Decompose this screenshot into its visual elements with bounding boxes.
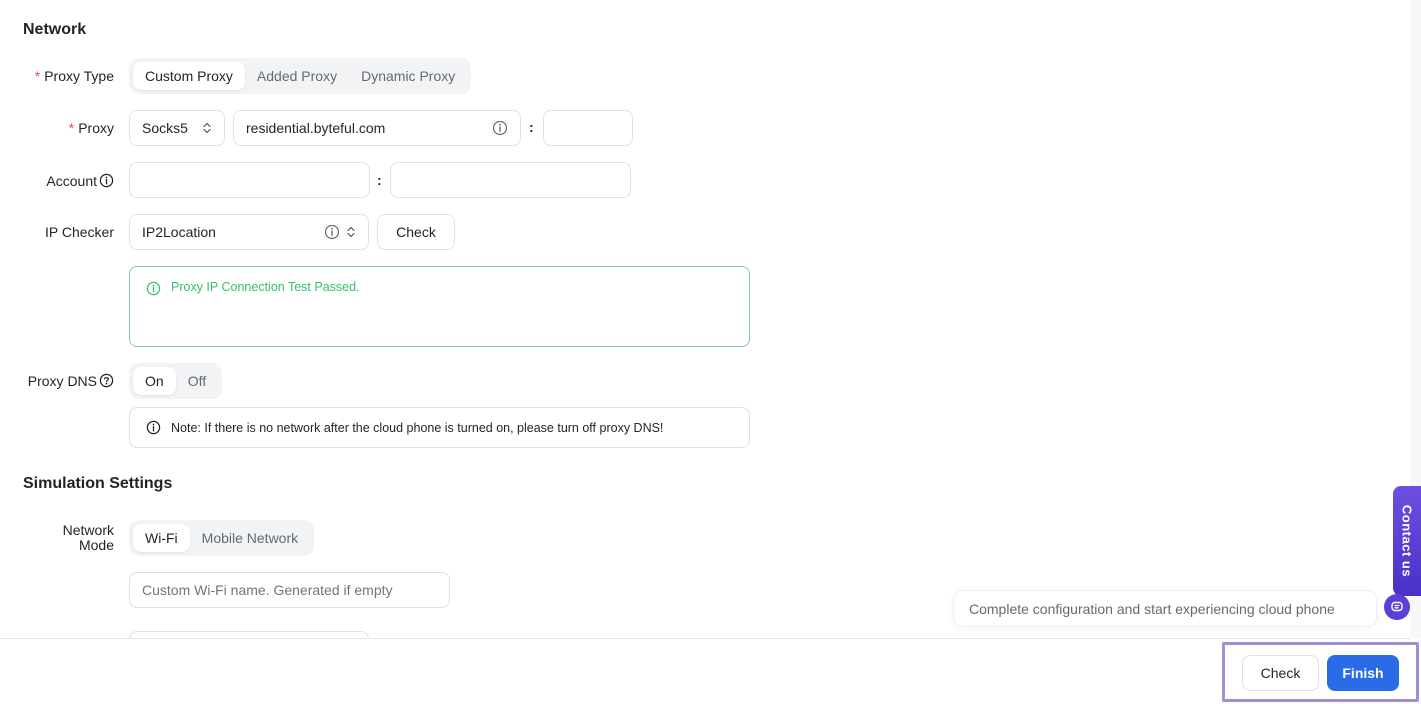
network-mode-wifi[interactable]: Wi-Fi — [133, 524, 190, 552]
chevron-updown-icon — [202, 122, 212, 134]
required-mark: * — [34, 68, 41, 84]
chevron-updown-icon — [346, 226, 356, 238]
ip-checker-value: IP2Location — [142, 224, 216, 240]
proxy-dns-label-text: Proxy DNS — [27, 373, 97, 389]
info-icon[interactable] — [324, 224, 340, 240]
proxy-type-label-text: Proxy Type — [44, 68, 114, 84]
network-section-title: Network — [23, 21, 87, 38]
network-mode-label-line2: Mode — [78, 537, 114, 553]
proxy-test-message: Proxy IP Connection Test Passed. — [171, 280, 360, 294]
proxy-type-added[interactable]: Added Proxy — [245, 62, 349, 90]
proxy-port-input[interactable] — [543, 110, 633, 146]
account-username-input[interactable] — [129, 162, 370, 198]
info-icon[interactable] — [492, 120, 508, 136]
proxy-test-result: Proxy IP Connection Test Passed. — [129, 266, 750, 347]
check-circle-icon — [146, 281, 161, 296]
proxy-dns-on[interactable]: On — [133, 367, 176, 395]
network-mode-label: Network Mode — [0, 523, 114, 553]
wifi-name-input[interactable] — [129, 572, 450, 608]
proxy-type-label: * Proxy Type — [0, 67, 114, 85]
required-mark: * — [68, 120, 75, 136]
proxy-label: * Proxy — [0, 119, 114, 137]
proxy-label-text: Proxy — [78, 120, 114, 136]
question-circle-icon[interactable] — [99, 373, 114, 392]
proxy-dns-label: Proxy DNS — [0, 372, 114, 392]
ip-check-button[interactable]: Check — [377, 214, 455, 250]
ip-checker-label: IP Checker — [45, 224, 114, 240]
proxy-dns-note-text: Note: If there is no network after the c… — [171, 420, 664, 435]
info-icon[interactable] — [99, 173, 114, 192]
finish-button[interactable]: Finish — [1327, 655, 1399, 691]
simulation-section-title: Simulation Settings — [23, 475, 173, 492]
proxy-type-segmented: Custom Proxy Added Proxy Dynamic Proxy — [129, 58, 472, 94]
info-icon — [146, 420, 161, 435]
account-label: Account — [0, 172, 114, 192]
proxy-dns-segmented: On Off — [129, 363, 223, 399]
proxy-host-input[interactable]: residential.byteful.com — [233, 110, 521, 146]
contact-us-tab[interactable]: Contact us — [1393, 486, 1421, 596]
account-label-text: Account — [46, 173, 97, 189]
proxy-dns-off[interactable]: Off — [176, 367, 218, 395]
chat-icon[interactable] — [1384, 594, 1410, 620]
contact-us-label: Contact us — [1399, 504, 1415, 578]
account-colon: : — [377, 172, 382, 188]
proxy-type-custom[interactable]: Custom Proxy — [133, 62, 245, 90]
proxy-port-colon: : — [529, 119, 534, 135]
network-mode-label-line1: Network — [62, 522, 114, 538]
proxy-protocol-select[interactable]: Socks5 — [129, 110, 225, 146]
network-mode-mobile[interactable]: Mobile Network — [190, 524, 310, 552]
proxy-dns-note: Note: If there is no network after the c… — [129, 407, 750, 448]
proxy-type-dynamic[interactable]: Dynamic Proxy — [349, 62, 467, 90]
proxy-host-value: residential.byteful.com — [246, 120, 386, 136]
footer-bar — [0, 638, 1410, 704]
footer-check-button[interactable]: Check — [1242, 655, 1319, 691]
network-mode-segmented: Wi-Fi Mobile Network — [129, 520, 315, 556]
ip-checker-select[interactable]: IP2Location — [129, 214, 369, 250]
proxy-protocol-value: Socks5 — [142, 120, 188, 136]
account-password-input[interactable] — [390, 162, 631, 198]
assistant-tooltip: Complete configuration and start experie… — [953, 590, 1377, 627]
